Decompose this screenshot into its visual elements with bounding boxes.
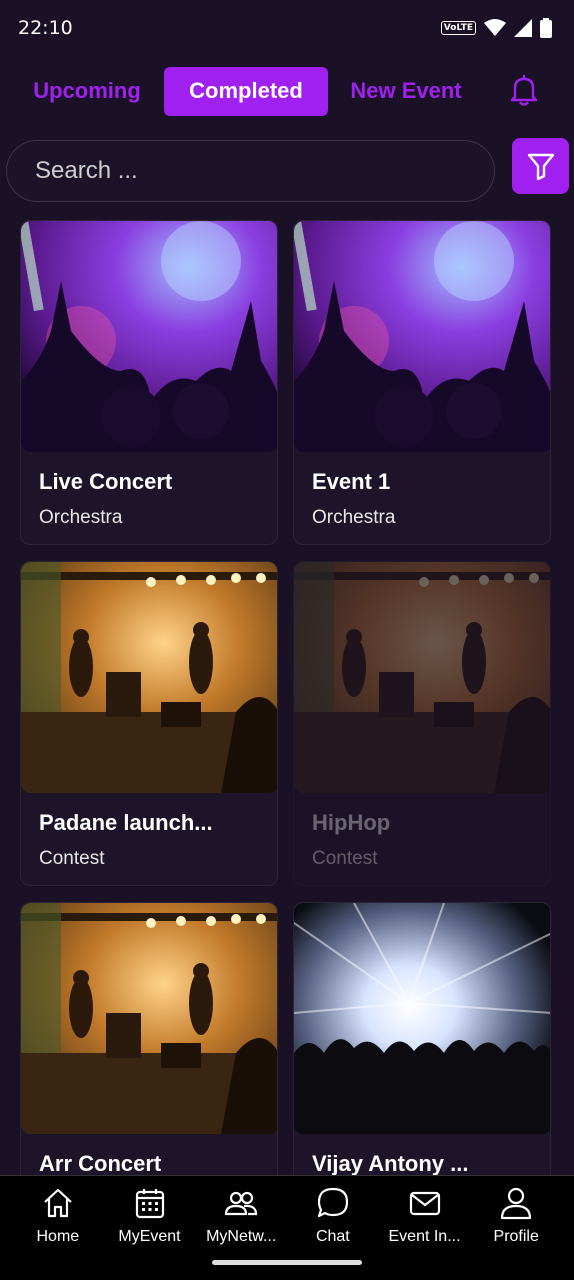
mail-icon [409, 1191, 440, 1216]
profile-icon [501, 1187, 532, 1220]
home-indicator[interactable] [212, 1260, 362, 1265]
nav-label: Chat [315, 1228, 350, 1245]
nav-profile[interactable]: Profile [470, 1186, 562, 1280]
event-screen: 22:10 VoLTE Upcoming Completed New Event [0, 0, 574, 1280]
event-subtitle: Orchestra [312, 507, 396, 528]
status-icons: VoLTE [440, 18, 552, 38]
event-title: Event 1 [312, 469, 391, 494]
nav-myevent[interactable]: MyEvent [104, 1186, 196, 1280]
search-input[interactable] [35, 157, 494, 185]
event-card[interactable]: Padane launch... Contest [20, 561, 278, 886]
nav-label: MyEvent [118, 1228, 181, 1245]
event-title: Arr Concert [39, 1151, 162, 1176]
wifi-icon [484, 19, 506, 36]
nav-label: Event In... [388, 1228, 461, 1245]
event-title: HipHop [312, 810, 391, 835]
signal-icon [514, 19, 532, 37]
event-subtitle: Orchestra [39, 507, 123, 528]
event-image-band-on-stage [21, 562, 277, 793]
battery-icon [540, 18, 552, 38]
home-icon [44, 1188, 72, 1218]
nav-mynetwork[interactable]: MyNetw... [195, 1186, 287, 1280]
event-subtitle: Contest [312, 848, 378, 869]
people-icon [225, 1191, 258, 1216]
tab-upcoming[interactable]: Upcoming [20, 67, 154, 116]
nav-label: Profile [493, 1228, 539, 1245]
event-image-band-on-stage [294, 562, 550, 793]
nav-label: Home [36, 1228, 80, 1245]
event-title: Live Concert [39, 469, 173, 494]
nav-chat[interactable]: Chat [287, 1186, 379, 1280]
status-time: 22:10 [18, 17, 73, 39]
event-image-band-on-stage [21, 903, 277, 1134]
event-title: Padane launch... [39, 810, 213, 835]
event-card[interactable]: HipHop Contest [293, 561, 551, 886]
volte-badge: VoLTE [440, 21, 476, 35]
event-title: Vijay Antony ... [312, 1151, 469, 1176]
event-tabs: Upcoming Completed New Event [20, 66, 554, 116]
status-bar: 22:10 VoLTE [0, 0, 574, 56]
event-card[interactable]: Event 1 Orchestra [293, 220, 551, 545]
filter-button[interactable] [512, 138, 569, 194]
calendar-icon [135, 1189, 164, 1219]
nav-event-invite[interactable]: Event In... [379, 1186, 471, 1280]
filter-icon [527, 153, 554, 181]
nav-label: MyNetw... [206, 1228, 277, 1245]
bell-icon[interactable] [506, 72, 542, 108]
tab-completed[interactable]: Completed [164, 66, 328, 116]
nav-home[interactable]: Home [12, 1186, 104, 1280]
event-grid: Live Concert Orchestra Event 1 Orchestra… [20, 220, 552, 1227]
tab-new-event[interactable]: New Event [338, 67, 474, 116]
event-image-concert-crowd [294, 221, 550, 452]
chat-icon [317, 1187, 348, 1218]
event-image-concert-crowd [21, 221, 277, 452]
event-subtitle: Contest [39, 848, 105, 869]
search-bar [6, 140, 495, 202]
event-card[interactable]: Live Concert Orchestra [20, 220, 278, 545]
event-image-stage-lights-crowd [294, 903, 550, 1134]
